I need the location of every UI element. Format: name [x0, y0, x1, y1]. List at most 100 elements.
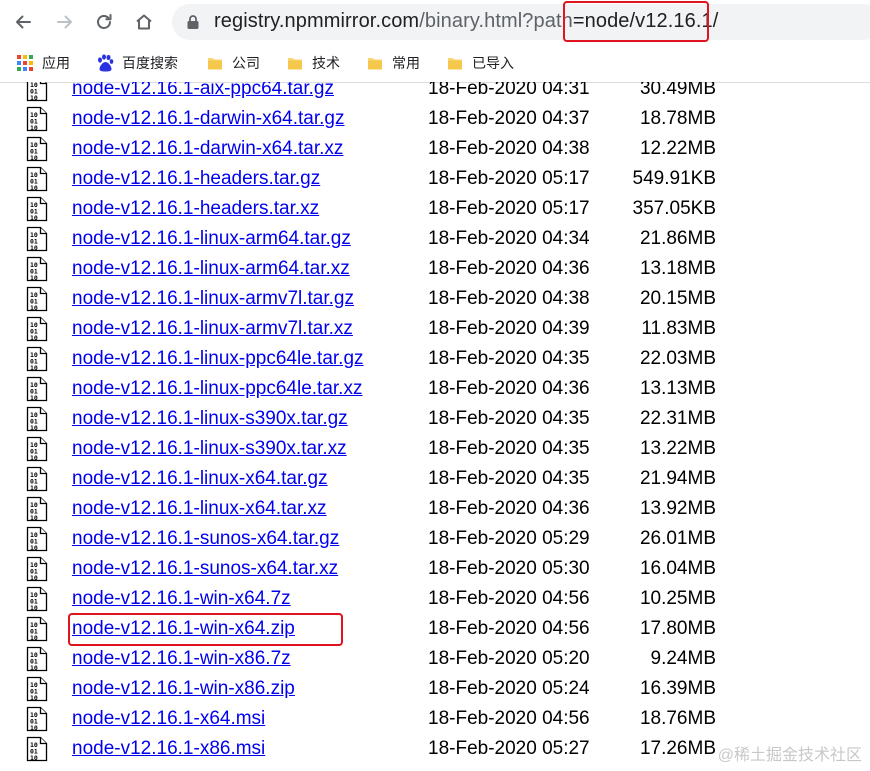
binary-file-icon: 10 01 10: [26, 82, 48, 102]
file-link[interactable]: node-v12.16.1-darwin-x64.tar.xz: [72, 138, 343, 160]
file-date: 18-Feb-2020 04:56: [428, 708, 590, 729]
file-date: 18-Feb-2020 04:31: [428, 82, 590, 99]
file-link[interactable]: node-v12.16.1-sunos-x64.tar.xz: [72, 558, 338, 580]
bookmark-folder-common[interactable]: 常用: [366, 52, 420, 74]
file-date: 18-Feb-2020 04:34: [428, 228, 590, 249]
apps-grid-icon: [17, 55, 33, 71]
file-date: 18-Feb-2020 04:38: [428, 138, 590, 159]
file-link[interactable]: node-v12.16.1-linux-s390x.tar.gz: [72, 408, 348, 430]
file-link[interactable]: node-v12.16.1-headers.tar.gz: [72, 168, 320, 190]
reload-button[interactable]: [89, 7, 119, 37]
svg-text:10: 10: [30, 544, 38, 552]
file-link[interactable]: node-v12.16.1-linux-s390x.tar.xz: [72, 438, 347, 460]
file-link[interactable]: node-v12.16.1-x64.msi: [72, 708, 265, 730]
arrow-left-icon: [16, 15, 31, 29]
file-row: 10 01 10 node-v12.16.1-linux-ppc64le.tar.xz…: [0, 376, 870, 406]
file-listing: 10 01 10 node-v12.16.1-aix-ppc64.tar.gz 18-F…: [0, 82, 870, 771]
file-row: 10 01 10 node-v12.16.1-linux-x64.tar.xz 18-F…: [0, 496, 870, 526]
file-date: 18-Feb-2020 04:39: [428, 318, 590, 339]
file-date: 18-Feb-2020 04:36: [428, 258, 590, 279]
bookmark-apps[interactable]: 应用: [16, 52, 70, 74]
file-size: 13.22MB: [639, 438, 716, 459]
file-size: 21.94MB: [639, 468, 716, 489]
binary-file-icon: 10 01 10: [26, 106, 48, 132]
file-size: 13.92MB: [639, 498, 716, 519]
bookmark-folder-imported[interactable]: 已导入: [446, 52, 514, 74]
svg-text:10: 10: [30, 724, 38, 732]
file-size: 20.15MB: [639, 288, 716, 309]
folder-icon: [288, 58, 302, 70]
file-date: 18-Feb-2020 04:37: [428, 108, 590, 129]
file-row: 10 01 10 node-v12.16.1-win-x86.7z 18-Feb-202…: [0, 646, 870, 676]
svg-text:10: 10: [30, 574, 38, 582]
binary-file-icon: 10 01 10: [26, 616, 48, 642]
file-size: 9.24MB: [650, 648, 716, 669]
file-row: 10 01 10 node-v12.16.1-linux-s390x.tar.gz 18…: [0, 406, 870, 436]
file-row: 10 01 10 node-v12.16.1-darwin-x64.tar.gz 18-…: [0, 106, 870, 136]
file-link[interactable]: node-v12.16.1-win-x64.7z: [72, 588, 291, 610]
url-highlight-box: [563, 1, 709, 42]
svg-text:10: 10: [30, 214, 38, 222]
bookmark-label: 应用: [42, 55, 70, 71]
file-row: 10 01 10 node-v12.16.1-sunos-x64.tar.xz 18-F…: [0, 556, 870, 586]
file-size: 26.01MB: [639, 528, 716, 549]
url-path: /binary.html?path: [419, 10, 573, 32]
forward-button[interactable]: [50, 7, 80, 37]
home-button[interactable]: [129, 7, 159, 37]
address-bar[interactable]: registry.npmmirror.com/binary.html?path=…: [172, 4, 870, 40]
file-size: 12.22MB: [639, 138, 716, 159]
file-size: 16.04MB: [639, 558, 716, 579]
file-row: 10 01 10 node-v12.16.1-linux-s390x.tar.xz 18…: [0, 436, 870, 466]
file-link[interactable]: node-v12.16.1-x86.msi: [72, 738, 265, 760]
file-link[interactable]: node-v12.16.1-sunos-x64.tar.gz: [72, 528, 339, 550]
file-date: 18-Feb-2020 04:56: [428, 588, 590, 609]
binary-file-icon: 10 01 10: [26, 406, 48, 432]
file-date: 18-Feb-2020 05:29: [428, 528, 590, 549]
file-row: 10 01 10 node-v12.16.1-linux-x64.tar.gz 18-F…: [0, 466, 870, 496]
file-link[interactable]: node-v12.16.1-aix-ppc64.tar.gz: [72, 82, 334, 100]
bookmark-label: 公司: [232, 55, 260, 71]
file-size: 10.25MB: [639, 588, 716, 609]
binary-file-icon: 10 01 10: [26, 466, 48, 492]
file-date: 18-Feb-2020 04:38: [428, 288, 590, 309]
file-size: 18.76MB: [639, 708, 716, 729]
file-date: 18-Feb-2020 04:36: [428, 378, 590, 399]
bookmark-folder-tech[interactable]: 技术: [286, 52, 340, 74]
binary-file-icon: 10 01 10: [26, 376, 48, 402]
file-link[interactable]: node-v12.16.1-linux-x64.tar.xz: [72, 498, 327, 520]
svg-text:10: 10: [30, 334, 38, 342]
file-date: 18-Feb-2020 05:20: [428, 648, 590, 669]
file-date: 18-Feb-2020 04:35: [428, 438, 590, 459]
back-button[interactable]: [8, 7, 38, 37]
file-link[interactable]: node-v12.16.1-linux-x64.tar.gz: [72, 468, 328, 490]
binary-file-icon: 10 01 10: [26, 136, 48, 162]
file-link[interactable]: node-v12.16.1-linux-arm64.tar.xz: [72, 258, 350, 280]
folder-icon: [368, 58, 382, 70]
file-link[interactable]: node-v12.16.1-linux-ppc64le.tar.xz: [72, 378, 362, 400]
svg-text:10: 10: [30, 244, 38, 252]
bookmark-baidu[interactable]: 百度搜索: [96, 52, 178, 74]
file-link[interactable]: node-v12.16.1-win-x86.7z: [72, 648, 291, 670]
svg-text:10: 10: [30, 154, 38, 162]
svg-text:10: 10: [30, 94, 38, 102]
file-link[interactable]: node-v12.16.1-darwin-x64.tar.gz: [72, 108, 345, 130]
file-link[interactable]: node-v12.16.1-headers.tar.xz: [72, 198, 319, 220]
file-date: 18-Feb-2020 05:30: [428, 558, 590, 579]
file-row: 10 01 10 node-v12.16.1-win-x64.zip 18-Feb-20…: [0, 613, 870, 646]
file-link[interactable]: node-v12.16.1-linux-armv7l.tar.gz: [72, 288, 354, 310]
file-link[interactable]: node-v12.16.1-win-x86.zip: [72, 678, 295, 700]
file-link[interactable]: node-v12.16.1-linux-arm64.tar.gz: [72, 228, 351, 250]
bookmark-label: 已导入: [472, 55, 514, 71]
lock-icon[interactable]: [186, 14, 200, 30]
file-row: 10 01 10 node-v12.16.1-sunos-x64.tar.gz 18-F…: [0, 526, 870, 556]
bookmark-folder-company[interactable]: 公司: [206, 52, 260, 74]
svg-text:10: 10: [30, 754, 38, 762]
file-link[interactable]: node-v12.16.1-linux-ppc64le.tar.gz: [72, 348, 364, 370]
file-size: 17.80MB: [639, 618, 716, 639]
file-link[interactable]: node-v12.16.1-linux-armv7l.tar.xz: [72, 318, 353, 340]
svg-text:10: 10: [30, 514, 38, 522]
file-size: 17.26MB: [639, 738, 716, 759]
binary-file-icon: 10 01 10: [26, 436, 48, 462]
file-size: 549.91KB: [632, 168, 716, 189]
highlight-box: [68, 613, 343, 646]
